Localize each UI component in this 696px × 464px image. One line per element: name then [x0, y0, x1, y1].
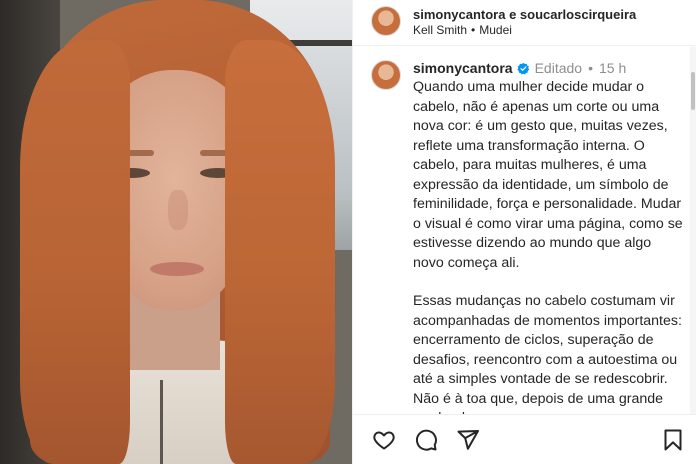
caption: simonycantora Editado • 15 h Quando uma …	[353, 47, 696, 414]
bookmark-icon	[664, 429, 682, 451]
share-icon	[457, 429, 479, 450]
comments-scroll-area[interactable]: simonycantora Editado • 15 h Quando uma …	[353, 47, 696, 414]
photo-lips	[150, 262, 204, 276]
post-photo[interactable]	[0, 0, 352, 464]
like-button[interactable]	[371, 427, 397, 453]
photo-hair-left	[20, 40, 130, 464]
header-usernames[interactable]: simonycantora e soucarloscirqueira	[413, 7, 636, 23]
header-avatar[interactable]	[371, 5, 401, 36]
caption-meta: simonycantora Editado • 15 h	[413, 59, 683, 77]
header-text: simonycantora e soucarloscirqueira Kell …	[413, 7, 636, 38]
post-time[interactable]: 15 h	[599, 59, 626, 77]
comment-button[interactable]	[413, 427, 439, 453]
caption-avatar[interactable]	[371, 60, 401, 90]
music-title[interactable]: Mudei	[479, 23, 512, 37]
post-panel: simonycantora e soucarloscirqueira Kell …	[352, 0, 696, 464]
header-music[interactable]: Kell Smith • Mudei	[413, 23, 636, 38]
meta-separator: •	[588, 60, 593, 76]
caption-body: simonycantora Editado • 15 h Quando uma …	[413, 59, 683, 414]
verified-badge-icon	[516, 62, 529, 74]
post-header: simonycantora e soucarloscirqueira Kell …	[353, 0, 696, 46]
caption-username[interactable]: simonycantora	[413, 59, 513, 77]
action-bar	[353, 414, 696, 464]
share-button[interactable]	[455, 427, 481, 453]
edited-label: Editado	[534, 60, 583, 76]
photo-nose	[168, 190, 188, 230]
comment-icon	[415, 429, 437, 451]
caption-paragraph-1: Quando uma mulher decide mudar o cabelo,…	[413, 79, 683, 271]
photo-zipper	[160, 380, 163, 464]
music-artist[interactable]: Kell Smith	[413, 23, 467, 37]
photo-hair-right	[225, 40, 335, 464]
scrollbar-thumb[interactable]	[691, 72, 695, 110]
music-separator: •	[471, 23, 476, 38]
save-button[interactable]	[661, 428, 685, 452]
caption-paragraph-2: Essas mudanças no cabelo costumam vir ac…	[413, 293, 682, 414]
heart-icon	[373, 431, 395, 449]
